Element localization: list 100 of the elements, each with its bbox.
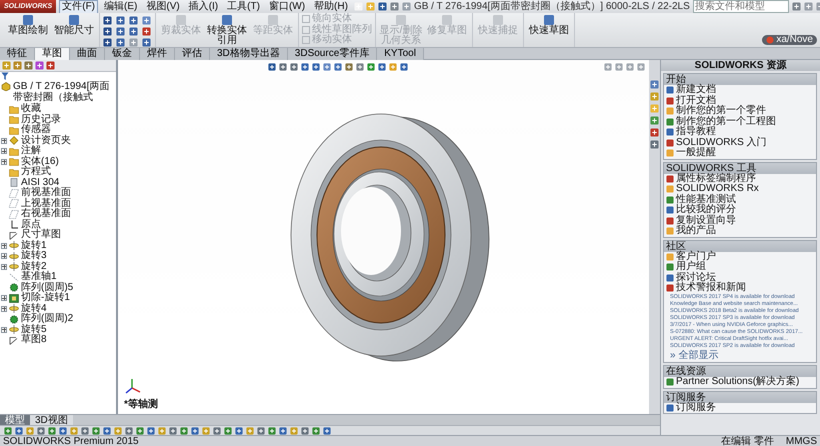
resource-link[interactable]: 性能基准测试 xyxy=(664,194,816,205)
section-title[interactable]: 开始 xyxy=(664,74,816,85)
command-tab[interactable]: 3D格物导出器 xyxy=(210,48,288,60)
resource-link[interactable]: SOLIDWORKS 入门 xyxy=(664,138,816,148)
toolbar-icon[interactable] xyxy=(191,426,199,434)
toolbar-icon[interactable] xyxy=(114,426,122,434)
toolbar-icon[interactable] xyxy=(323,426,331,434)
menu-item[interactable]: 文件(F) xyxy=(59,0,98,14)
command-tab[interactable]: 钣金 xyxy=(105,48,140,60)
toolbar-icon[interactable] xyxy=(169,426,177,434)
show-all-link[interactable]: » 全部显示 xyxy=(664,350,816,362)
toolbar-icon[interactable] xyxy=(290,426,298,434)
view-tool-icon[interactable] xyxy=(301,63,309,71)
model-tab[interactable]: 3D视图 xyxy=(30,415,73,426)
toolbar-icon[interactable] xyxy=(257,426,265,434)
user-button[interactable]: xa/Nove xyxy=(762,34,817,45)
toolbar-icon[interactable] xyxy=(59,426,67,434)
toolbar-icon[interactable] xyxy=(301,426,309,434)
tree-item[interactable]: 旋转5 xyxy=(21,324,47,335)
view-tool-icon[interactable] xyxy=(268,63,276,71)
model-tab[interactable]: 模型 xyxy=(0,415,30,426)
expand-toggle[interactable] xyxy=(1,295,7,302)
tree-item[interactable]: 阵列(圆周)5 xyxy=(21,282,74,293)
toolbar-icon[interactable] xyxy=(37,426,45,434)
command-tab[interactable]: 草图 xyxy=(35,48,70,60)
tree-item[interactable]: 设计资页夹 xyxy=(21,136,71,146)
tree-item[interactable]: 方程式 xyxy=(21,167,51,178)
view-tool-icon[interactable] xyxy=(323,63,331,71)
resource-link[interactable]: Partner Solutions(解决方案) xyxy=(664,377,816,388)
command-tab[interactable]: 焊件 xyxy=(140,48,175,60)
expand-toggle[interactable] xyxy=(1,264,7,270)
tree-item[interactable]: 右视基准面 xyxy=(21,209,71,220)
toolbar-icon[interactable] xyxy=(235,426,243,434)
toolbar-icon[interactable] xyxy=(202,426,210,434)
sketch-tool-icon[interactable] xyxy=(116,38,125,47)
sketch-tool-icon[interactable] xyxy=(116,27,125,36)
ribbon-button[interactable]: 快速草图 xyxy=(527,14,571,47)
toolbar-icon[interactable] xyxy=(147,426,155,434)
view-tool-icon[interactable] xyxy=(356,63,364,71)
sketch-tool-icon[interactable] xyxy=(129,27,138,36)
command-tab[interactable]: KYTool xyxy=(377,48,424,60)
tree-item[interactable]: 切除-旋转1 xyxy=(21,293,70,304)
resource-link[interactable]: 新建文档 xyxy=(664,85,816,96)
sketch-tool-icon[interactable] xyxy=(142,27,151,36)
resource-link[interactable]: 我的产品 xyxy=(664,226,816,236)
command-tab[interactable]: 特征 xyxy=(0,48,35,60)
toolbar-icon[interactable] xyxy=(48,426,56,434)
sketch-tool-icon[interactable] xyxy=(103,38,112,47)
unit-system[interactable]: MMGS xyxy=(786,436,817,446)
tree-item[interactable]: 基准轴1 xyxy=(21,272,57,282)
tree-item[interactable]: 传感器 xyxy=(21,125,51,136)
resource-link[interactable]: 比较我的评分 xyxy=(664,205,816,216)
ribbon-button[interactable]: 转换实体引用 xyxy=(205,14,249,47)
tree-item[interactable]: 旋转2 xyxy=(21,262,47,272)
toolbar-icon[interactable] xyxy=(268,426,276,434)
toolbar-icon[interactable] xyxy=(224,426,232,434)
view-tool-icon[interactable] xyxy=(400,63,408,71)
menu-item[interactable]: 插入(I) xyxy=(186,0,222,14)
tree-item[interactable]: 旋转1 xyxy=(21,240,47,251)
toolbar-icon[interactable] xyxy=(92,426,100,434)
expand-toggle[interactable] xyxy=(1,326,7,333)
tree-item[interactable]: 原点 xyxy=(21,220,41,230)
filter-icon[interactable] xyxy=(1,72,9,81)
resource-link[interactable]: 打开文档 xyxy=(664,96,816,106)
toolbar-icon[interactable] xyxy=(213,426,221,434)
section-title[interactable]: 订阅服务 xyxy=(664,392,816,402)
view-tool-icon[interactable] xyxy=(334,63,342,71)
search-field[interactable]: 搜索文件和模型 xyxy=(692,0,789,13)
resource-link[interactable]: 技术警报和新闻 xyxy=(664,283,816,294)
section-title[interactable]: SOLIDWORKS 工具 xyxy=(664,162,816,174)
toolbar-icon[interactable] xyxy=(279,426,287,434)
sketch-tool-icon[interactable] xyxy=(116,16,125,25)
tree-item[interactable]: AISI 304 xyxy=(21,178,60,188)
tree-item[interactable]: 阵列(圆周)2 xyxy=(21,314,74,324)
resource-link[interactable]: 一般提醒 xyxy=(664,148,816,158)
toolbar-icon[interactable] xyxy=(81,426,89,434)
toolbar-icon[interactable] xyxy=(70,426,78,434)
expand-toggle[interactable] xyxy=(1,242,7,249)
tree-item[interactable]: 前视基准面 xyxy=(21,188,71,198)
view-tool-icon[interactable] xyxy=(367,63,375,71)
toolbar-icon[interactable] xyxy=(26,426,34,434)
expand-toggle[interactable] xyxy=(1,148,7,154)
tree-item[interactable]: 旋转4 xyxy=(21,304,47,314)
sketch-tool-icon[interactable] xyxy=(142,38,151,47)
tree-item[interactable]: 注解 xyxy=(21,146,41,156)
view-tool-icon[interactable] xyxy=(290,63,298,71)
resource-link[interactable]: 制作您的第一个工程图 xyxy=(664,116,816,127)
command-tab[interactable]: 评估 xyxy=(175,48,210,60)
resource-link[interactable]: 客户门户 xyxy=(664,252,816,262)
view-tool-icon[interactable] xyxy=(279,63,287,71)
tree-item[interactable]: 实体(16) xyxy=(21,156,59,167)
menu-item[interactable]: 帮助(H) xyxy=(311,0,351,14)
menu-item[interactable]: 编辑(E) xyxy=(101,0,140,14)
resource-link[interactable]: 指导教程 xyxy=(664,127,816,138)
view-tool-icon[interactable] xyxy=(378,63,386,71)
expand-toggle[interactable] xyxy=(1,138,7,144)
ribbon-button[interactable]: 草图绘制 xyxy=(6,14,50,47)
menu-item[interactable]: 窗口(W) xyxy=(266,0,308,14)
toolbar-icon[interactable] xyxy=(136,426,144,434)
resource-link[interactable]: 属性标签编制程序 xyxy=(664,174,816,184)
